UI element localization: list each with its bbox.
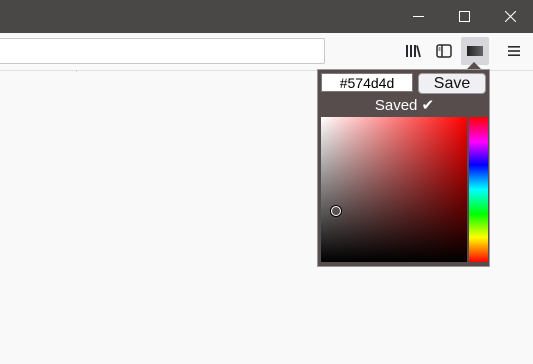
hue-slider[interactable] xyxy=(469,117,488,262)
url-bar[interactable] xyxy=(0,38,325,64)
close-button[interactable] xyxy=(487,0,533,33)
color-picker-extension-button[interactable] xyxy=(461,37,489,65)
content-divider xyxy=(76,70,77,72)
library-button[interactable] xyxy=(399,37,427,65)
minimize-icon xyxy=(412,16,424,17)
popup-arrow xyxy=(467,62,481,69)
menu-button[interactable] xyxy=(500,37,528,65)
menu-icon xyxy=(508,46,520,56)
close-icon xyxy=(504,11,516,22)
sidebar-icon xyxy=(436,44,452,58)
window-titlebar xyxy=(0,0,533,33)
hex-color-input[interactable] xyxy=(321,73,413,92)
color-picker-popup: Save Saved ✔ xyxy=(317,69,490,267)
minimize-button[interactable] xyxy=(395,0,441,33)
maximize-button[interactable] xyxy=(441,0,487,33)
sidebar-button[interactable] xyxy=(430,37,458,65)
maximize-icon xyxy=(458,11,470,22)
extension-icon xyxy=(467,46,483,56)
library-icon xyxy=(406,45,421,58)
color-cursor-handle[interactable] xyxy=(331,206,341,216)
saved-status: Saved ✔ xyxy=(374,97,435,114)
save-button[interactable]: Save xyxy=(418,73,486,94)
navigation-toolbar xyxy=(0,33,533,71)
saturation-value-field[interactable] xyxy=(321,117,467,262)
